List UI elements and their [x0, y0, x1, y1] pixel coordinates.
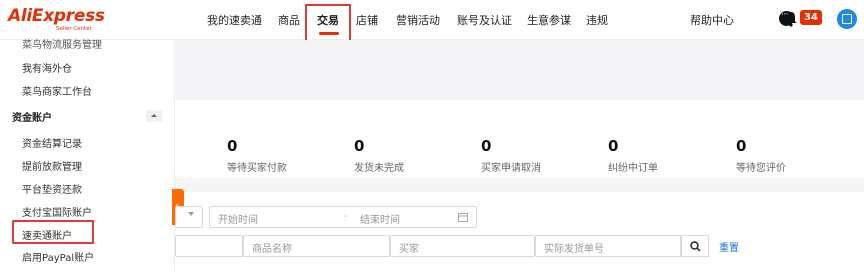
sidebar-item-settlement[interactable]: 资金结算记录 [22, 135, 82, 150]
stat-awaiting-review[interactable]: 0 等待您评价 [736, 137, 786, 174]
sidebar-item-paypal[interactable]: 启用PayPal账户 [22, 249, 94, 264]
nav-my-aliexpress[interactable]: 我的速卖通 [207, 12, 262, 28]
stat-shipping-incomplete[interactable]: 0 发货未完成 [354, 137, 404, 174]
sidebar-item-alipay-intl[interactable]: 支付宝国际账户 [22, 204, 92, 219]
stat-awaiting-payment[interactable]: 0 等待买家付款 [227, 137, 287, 174]
nav-marketing[interactable]: 营销活动 [396, 12, 440, 28]
top-bar: AliExpress Seller Center 我的速卖通 商品 交易 店铺 … [0, 0, 864, 42]
sidebar: 菜鸟物流服务管理 我有海外仓 菜鸟商家工作台 资金账户 资金结算记录 提前放款管… [0, 40, 175, 272]
content-header-band [175, 40, 864, 100]
highlight-box-sidebar [12, 220, 94, 244]
notification-badge: 34 [800, 10, 822, 25]
range-separator: - [344, 211, 348, 222]
content-divider-band [175, 178, 864, 192]
type-dropdown[interactable] [175, 206, 203, 228]
logo[interactable]: AliExpress Seller Center [8, 6, 105, 32]
sidebar-item-overseas-warehouse[interactable]: 我有海外仓 [22, 60, 72, 75]
date-range-input[interactable]: 开始时间 - 结束时间 [209, 206, 477, 228]
stat-label: 等待买家付款 [227, 163, 287, 174]
nav-business-advisor[interactable]: 生意参谋 [527, 12, 571, 28]
bell-icon[interactable] [784, 11, 798, 27]
search-icon [690, 241, 701, 252]
search-button[interactable] [681, 235, 709, 257]
logo-brand: AliExpress [8, 6, 105, 26]
start-time-placeholder: 开始时间 [218, 215, 258, 226]
collapse-icon[interactable] [146, 110, 162, 122]
tracking-placeholder: 实际发货单号 [544, 244, 604, 255]
stat-label: 等待您评价 [736, 163, 786, 174]
product-name-input[interactable]: 商品名称 [243, 235, 390, 257]
product-name-placeholder: 商品名称 [252, 244, 292, 255]
nav-store[interactable]: 店铺 [356, 12, 378, 28]
sidebar-item-early-release[interactable]: 提前放款管理 [22, 158, 82, 173]
stat-value: 0 [608, 137, 619, 155]
sidebar-item-cainiao-workbench[interactable]: 菜鸟商家工作台 [22, 83, 92, 98]
stat-value: 0 [736, 137, 747, 155]
end-time-placeholder: 结束时间 [360, 215, 400, 226]
stat-label: 发货未完成 [354, 163, 404, 174]
nav-products[interactable]: 商品 [278, 12, 300, 28]
stat-disputes[interactable]: 0 纠纷中订单 [608, 137, 658, 174]
logo-subtitle: Seller Center [56, 26, 92, 32]
stat-buyer-cancel[interactable]: 0 买家申请取消 [481, 137, 541, 174]
stat-label: 买家申请取消 [481, 163, 541, 174]
highlight-box-nav [305, 4, 351, 42]
stat-label: 纠纷中订单 [608, 163, 658, 174]
sidebar-item-cainiao-logistics[interactable]: 菜鸟物流服务管理 [22, 36, 102, 51]
order-number-input[interactable] [175, 235, 243, 257]
stat-value: 0 [354, 137, 365, 155]
store-icon[interactable] [837, 9, 857, 29]
sidebar-group-funds[interactable]: 资金账户 [12, 109, 52, 124]
help-center-link[interactable]: 帮助中心 [690, 12, 734, 28]
buyer-input[interactable]: 买家 [390, 235, 535, 257]
sidebar-item-advance-repay[interactable]: 平台垫资还款 [22, 181, 82, 196]
chevron-down-icon [188, 212, 194, 216]
stat-value: 0 [481, 137, 492, 155]
tracking-number-input[interactable]: 实际发货单号 [535, 235, 681, 257]
nav-account[interactable]: 账号及认证 [457, 12, 512, 28]
active-nav-indicator [319, 32, 339, 35]
buyer-placeholder: 买家 [399, 244, 419, 255]
nav-violations[interactable]: 违规 [586, 12, 608, 28]
calendar-icon [458, 213, 468, 222]
reset-link[interactable]: 重置 [719, 239, 739, 254]
stat-value: 0 [227, 137, 238, 155]
